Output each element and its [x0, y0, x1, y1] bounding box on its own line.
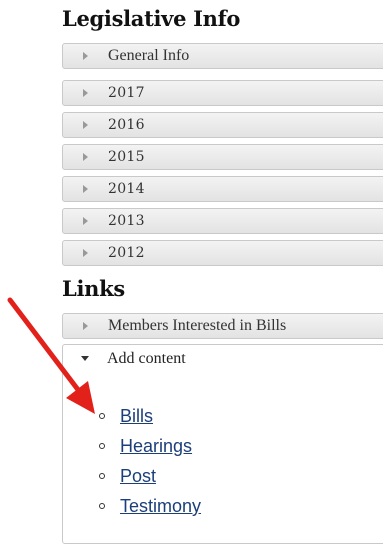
accordion-2015[interactable]: 2015 — [62, 144, 383, 170]
chevron-down-icon — [81, 356, 89, 361]
chevron-right-icon — [83, 249, 88, 257]
chevron-right-icon — [83, 185, 88, 193]
chevron-right-icon — [83, 121, 88, 129]
accordion-2012[interactable]: 2012 — [62, 240, 383, 266]
testimony-link[interactable]: Testimony — [120, 491, 201, 521]
accordion-general-info[interactable]: General Info — [62, 43, 383, 69]
add-content-label: Add content — [107, 350, 186, 367]
post-link[interactable]: Post — [120, 461, 156, 491]
chevron-right-icon — [83, 89, 88, 97]
accordion-2016[interactable]: 2016 — [62, 112, 383, 138]
legislative-info-title: Legislative Info — [62, 6, 241, 31]
add-content-header[interactable]: Add content — [63, 345, 383, 373]
chevron-right-icon — [83, 217, 88, 225]
accordion-label: 2017 — [108, 85, 145, 101]
bills-link[interactable]: Bills — [120, 401, 153, 431]
accordion-2013[interactable]: 2013 — [62, 208, 383, 234]
add-content-panel: Add content Bills Hearings Post Testimon… — [62, 344, 383, 544]
bullet-icon — [99, 443, 105, 449]
accordion-2014[interactable]: 2014 — [62, 176, 383, 202]
accordion-members-interested-in-bills[interactable]: Members Interested in Bills — [62, 313, 383, 339]
chevron-right-icon — [83, 52, 88, 60]
chevron-right-icon — [83, 322, 88, 330]
hearings-link[interactable]: Hearings — [120, 431, 192, 461]
links-title: Links — [62, 276, 125, 301]
accordion-label: 2015 — [108, 149, 145, 165]
accordion-label: 2014 — [108, 181, 145, 197]
accordion-label: 2013 — [108, 213, 145, 229]
accordion-2017[interactable]: 2017 — [62, 80, 383, 106]
bullet-icon — [99, 503, 105, 509]
bullet-icon — [99, 413, 105, 419]
accordion-label: General Info — [108, 47, 190, 64]
chevron-right-icon — [83, 153, 88, 161]
accordion-label: Members Interested in Bills — [108, 317, 287, 334]
accordion-label: 2012 — [108, 245, 145, 261]
accordion-label: 2016 — [108, 117, 145, 133]
bullet-icon — [99, 473, 105, 479]
